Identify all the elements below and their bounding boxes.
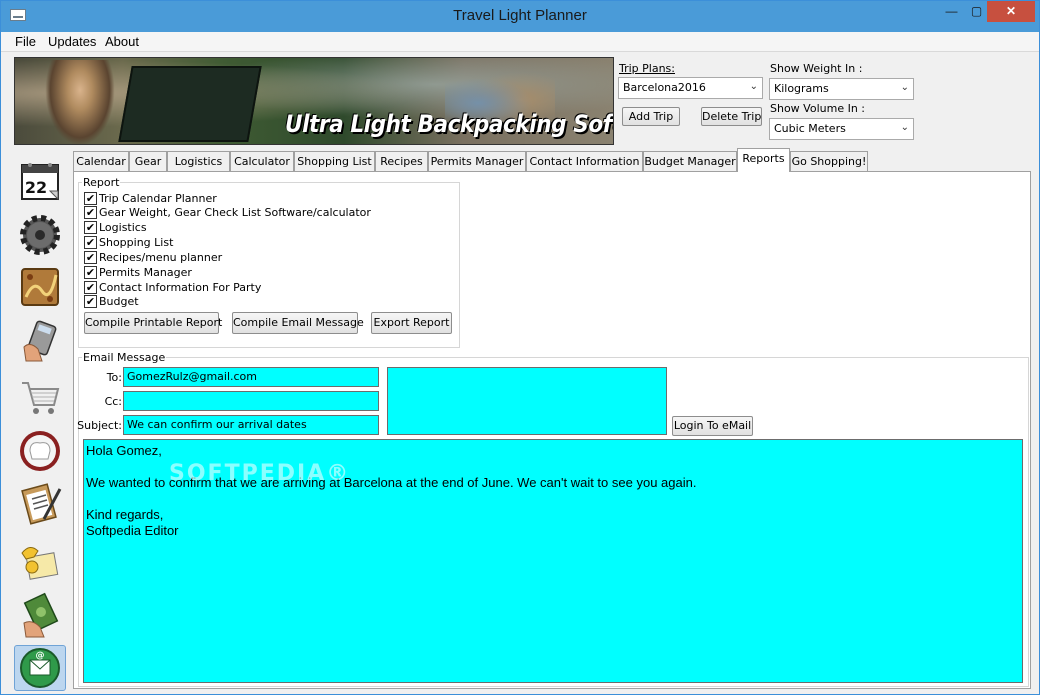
tab-shopping-list[interactable]: Shopping List [294, 151, 375, 171]
login-to-email-button[interactable]: Login To eMail [672, 416, 753, 436]
checkbox-label: Trip Calendar Planner [99, 192, 217, 205]
checkbox-label: Budget [99, 295, 139, 308]
checkbox[interactable]: ✔ [84, 192, 97, 205]
email-body-signature: Softpedia Editor [86, 523, 179, 538]
module-sidebar: 22 @ [12, 151, 67, 691]
compile-printable-report-button[interactable]: Compile Printable Report [84, 312, 222, 334]
tab-budget-manager[interactable]: Budget Manager [643, 151, 737, 171]
trip-plans-select[interactable]: Barcelona2016 ⌄ [618, 77, 763, 99]
calculator-icon[interactable] [16, 317, 64, 365]
email-report-icon[interactable]: @ [14, 645, 66, 691]
trip-plans-value: Barcelona2016 [623, 81, 706, 94]
checkbox[interactable]: ✔ [84, 206, 97, 219]
weight-unit-value: Kilograms [774, 82, 829, 95]
menu-updates[interactable]: Updates [48, 34, 96, 49]
tab-go-shopping[interactable]: Go Shopping! [790, 151, 868, 171]
title-bar[interactable]: Travel Light Planner — ▢ ✕ [1, 1, 1039, 32]
volume-unit-value: Cubic Meters [774, 122, 846, 135]
tab-gear[interactable]: Gear [129, 151, 167, 171]
maximize-button[interactable]: ▢ [963, 1, 990, 22]
subject-field[interactable]: We can confirm our arrival dates [123, 415, 379, 435]
minimize-button[interactable]: — [938, 1, 965, 22]
cc-label: Cc: [104, 395, 122, 408]
checkbox[interactable]: ✔ [84, 251, 97, 264]
to-label: To: [106, 371, 122, 384]
tab-contact-information[interactable]: Contact Information [526, 151, 643, 171]
compile-email-message-button[interactable]: Compile Email Message [232, 312, 364, 334]
checkbox-label: Permits Manager [99, 266, 192, 279]
tab-permits-manager[interactable]: Permits Manager [428, 151, 526, 171]
checkbox-label: Contact Information For Party [99, 281, 262, 294]
banner-tagline: Ultra Light Backpacking Software [285, 110, 613, 138]
banner-person [45, 60, 115, 144]
checkbox[interactable]: ✔ [84, 281, 97, 294]
tab-calendar[interactable]: Calendar [73, 151, 129, 171]
app-window: Travel Light Planner — ▢ ✕ File Updates … [0, 0, 1040, 695]
banner-laptop [118, 66, 262, 142]
chevron-down-icon: ⌄ [900, 82, 909, 93]
checkbox-label: Gear Weight, Gear Check List Software/ca… [99, 206, 371, 219]
subject-label: Subject: [77, 419, 122, 432]
budget-money-icon[interactable] [16, 591, 64, 639]
attachments-box[interactable] [387, 367, 667, 435]
gear-icon[interactable] [16, 211, 64, 259]
checkbox[interactable]: ✔ [84, 266, 97, 279]
report-group-title: Report [82, 176, 121, 189]
checkbox-label: Logistics [99, 221, 147, 234]
logistics-map-icon[interactable] [16, 263, 64, 311]
tab-calculator[interactable]: Calculator [230, 151, 294, 171]
svg-text:@: @ [36, 651, 45, 661]
checkbox[interactable]: ✔ [84, 295, 97, 308]
volume-unit-select[interactable]: Cubic Meters ⌄ [769, 118, 914, 140]
weight-unit-select[interactable]: Kilograms ⌄ [769, 78, 914, 100]
menu-bar: File Updates About [1, 32, 1039, 52]
tab-reports[interactable]: Reports [737, 148, 790, 172]
contact-phone-icon[interactable] [16, 537, 64, 585]
cc-field[interactable] [123, 391, 379, 411]
checkbox-label: Recipes/menu planner [99, 251, 223, 264]
export-report-button[interactable]: Export Report [371, 312, 452, 334]
chevron-down-icon: ⌄ [749, 81, 758, 92]
checkbox[interactable]: ✔ [84, 221, 97, 234]
calendar-day: 22 [25, 178, 47, 197]
softpedia-watermark: SOFTPEDIA® [169, 461, 351, 486]
delete-trip-button[interactable]: Delete Trip [701, 107, 762, 126]
trip-plans-label: Trip Plans: [619, 62, 675, 75]
module-tabs: Calendar Gear Logistics Calculator Shopp… [73, 148, 1033, 172]
menu-about[interactable]: About [105, 34, 139, 49]
email-body-closing: Kind regards, [86, 507, 164, 522]
show-weight-label: Show Weight In : [770, 62, 863, 75]
checkbox[interactable]: ✔ [84, 236, 97, 249]
to-field[interactable]: GomezRulz@gmail.com [123, 367, 379, 387]
banner-image: Ultra Light Backpacking Software [14, 57, 614, 145]
email-group-title: Email Message [82, 351, 167, 364]
add-trip-button[interactable]: Add Trip [622, 107, 680, 126]
chevron-down-icon: ⌄ [900, 122, 909, 133]
menu-file[interactable]: File [15, 34, 36, 49]
email-body-greeting: Hola Gomez, [86, 443, 162, 458]
tab-recipes[interactable]: Recipes [375, 151, 428, 171]
email-envelope-icon: @ [20, 648, 60, 688]
close-button[interactable]: ✕ [987, 1, 1035, 22]
shopping-cart-icon[interactable] [16, 373, 64, 421]
window-title: Travel Light Planner [453, 7, 587, 24]
permits-clipboard-icon[interactable] [16, 479, 64, 527]
show-volume-label: Show Volume In : [770, 102, 866, 115]
checkbox-label: Shopping List [99, 236, 174, 249]
tab-logistics[interactable]: Logistics [167, 151, 230, 171]
recipes-chef-icon[interactable] [16, 427, 64, 475]
calendar-icon[interactable]: 22 [16, 157, 64, 205]
